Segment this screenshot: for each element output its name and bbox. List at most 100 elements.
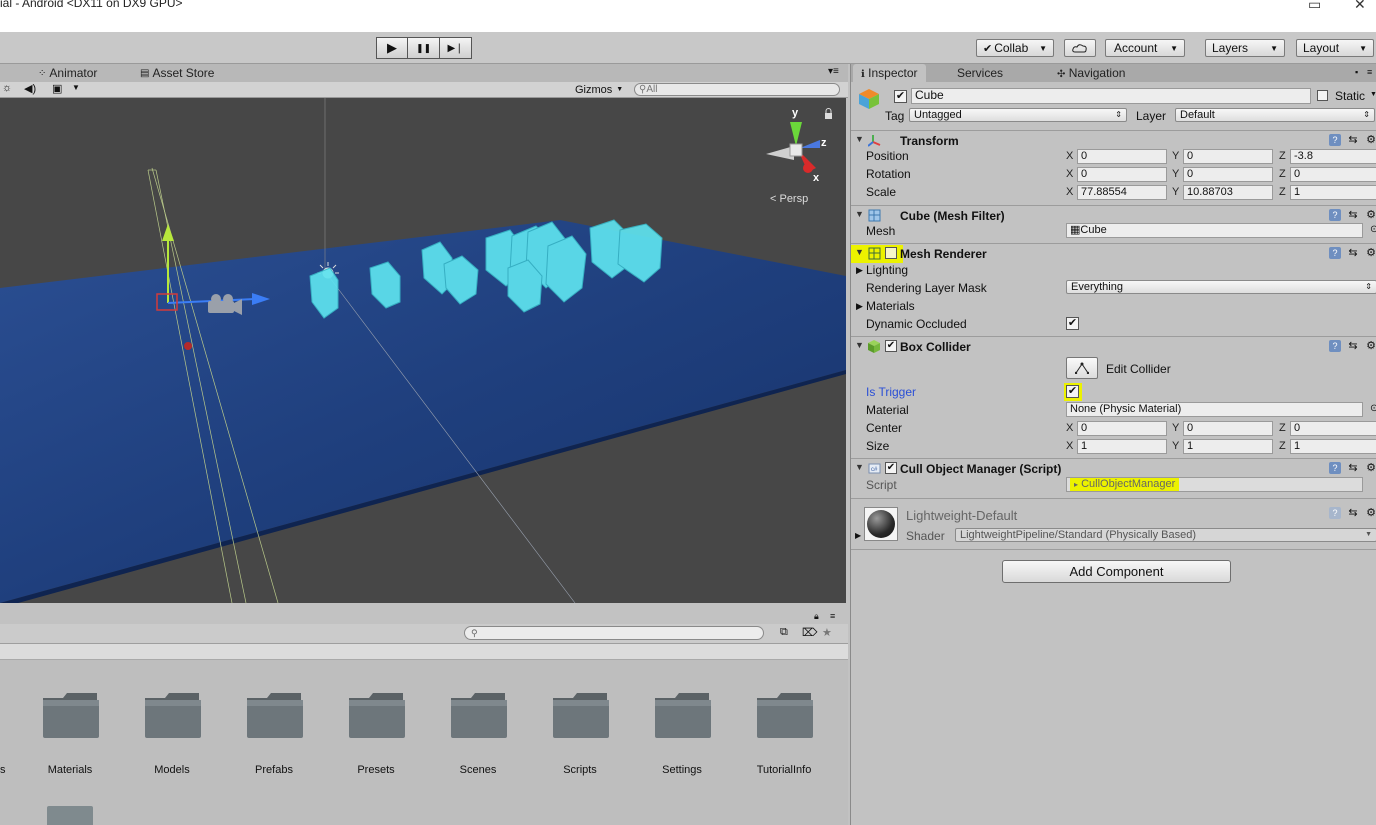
help-icon[interactable]: ?	[1329, 247, 1341, 259]
preset-icon[interactable]: ⇆	[1347, 247, 1359, 259]
panel-menu-icon[interactable]: ≡	[830, 611, 835, 621]
tag-dropdown[interactable]: Untagged ⇕	[909, 108, 1127, 122]
project-search-field[interactable]: ⚲	[464, 626, 764, 640]
is-trigger-checkbox[interactable]: ✔	[1066, 385, 1079, 398]
folder-item[interactable]: Presets	[336, 690, 416, 776]
scene-search-field[interactable]: ⚲All	[634, 83, 840, 96]
layers-dropdown[interactable]: Layers ▼	[1205, 39, 1285, 57]
effects-toggle-icon[interactable]: ▣	[52, 82, 62, 95]
account-dropdown[interactable]: Account ▼	[1105, 39, 1185, 57]
fold-right-icon[interactable]: ▶	[856, 265, 863, 276]
settings-gear-icon[interactable]: ⚙	[1365, 209, 1376, 221]
mesh-object-field[interactable]: ▦Cube	[1066, 223, 1363, 238]
material-preview[interactable]	[864, 507, 898, 541]
scale-z-field[interactable]: 1	[1290, 185, 1376, 200]
favorite-star-icon[interactable]: ★	[822, 626, 832, 639]
caret-down-icon[interactable]: ▼	[72, 83, 80, 92]
collab-dropdown[interactable]: ✔ Collab ▼	[976, 39, 1054, 57]
panel-menu-icon[interactable]: ≡	[1367, 67, 1372, 77]
transform-header[interactable]: ▼ Transform ? ⇆ ⚙	[851, 130, 1376, 150]
settings-gear-icon[interactable]: ⚙	[1365, 340, 1376, 352]
play-button[interactable]: ▶	[376, 37, 408, 59]
size-z-field[interactable]: 1	[1290, 439, 1376, 454]
tab-services[interactable]: Services	[949, 64, 1011, 82]
center-z-field[interactable]: 0	[1290, 421, 1376, 436]
position-x-field[interactable]: 0	[1077, 149, 1167, 164]
mesh-filter-header[interactable]: ▼ Cube (Mesh Filter) ? ⇆ ⚙	[851, 205, 1376, 225]
cull-script-header[interactable]: ▼ c# ✔ Cull Object Manager (Script) ? ⇆ ⚙	[851, 458, 1376, 478]
settings-gear-icon[interactable]: ⚙	[1365, 462, 1376, 474]
tab-inspector[interactable]: ℹ Inspector	[853, 64, 926, 82]
fold-right-icon[interactable]: ▶	[856, 301, 863, 312]
box-collider-enabled-checkbox[interactable]: ✔	[885, 340, 897, 352]
materials-label[interactable]: Materials	[866, 299, 915, 313]
preset-icon[interactable]: ⇆	[1347, 340, 1359, 352]
cull-script-enabled-checkbox[interactable]: ✔	[885, 462, 897, 474]
tab-animator[interactable]: ⁘ Animator	[38, 66, 97, 80]
settings-gear-icon[interactable]: ⚙	[1365, 507, 1376, 519]
script-object-field[interactable]: ▸ CullObjectManager	[1066, 477, 1363, 492]
position-y-field[interactable]: 0	[1183, 149, 1273, 164]
panel-menu-icon[interactable]: ▾≡	[828, 66, 839, 77]
fold-right-icon[interactable]: ▶	[855, 531, 861, 540]
persp-label[interactable]: < Persp	[770, 193, 808, 205]
preset-icon[interactable]: ⇆	[1347, 134, 1359, 146]
step-button[interactable]: ▶❘	[440, 37, 472, 59]
shader-dropdown[interactable]: LightweightPipeline/Standard (Physically…	[955, 528, 1376, 542]
tab-navigation[interactable]: ✣ Navigation	[1049, 64, 1133, 82]
preset-icon[interactable]: ⇆	[1347, 507, 1359, 519]
mesh-renderer-enabled-checkbox[interactable]	[885, 247, 897, 259]
center-y-field[interactable]: 0	[1183, 421, 1273, 436]
layer-dropdown[interactable]: Default ⇕	[1175, 108, 1375, 122]
filter-type-icon[interactable]: ⧉	[780, 626, 788, 639]
cloud-button[interactable]	[1064, 39, 1096, 57]
folder-item[interactable]: Scripts	[540, 690, 620, 776]
static-checkbox[interactable]	[1317, 90, 1328, 101]
help-icon[interactable]: ?	[1329, 134, 1341, 146]
audio-toggle-icon[interactable]: ◀)	[24, 82, 36, 95]
size-y-field[interactable]: 1	[1183, 439, 1273, 454]
scale-x-field[interactable]: 77.88554	[1077, 185, 1167, 200]
object-picker-icon[interactable]: ⊙	[1370, 224, 1376, 235]
box-collider-header[interactable]: ▼ ✔ Box Collider ? ⇆ ⚙	[851, 336, 1376, 356]
folder-item[interactable]: Materials	[30, 690, 110, 776]
lighting-toggle-icon[interactable]: ☼	[2, 82, 12, 94]
rotation-x-field[interactable]: 0	[1077, 167, 1167, 182]
scale-y-field[interactable]: 10.88703	[1183, 185, 1273, 200]
dynamic-occluded-checkbox[interactable]: ✔	[1066, 317, 1079, 330]
layer-mask-dropdown[interactable]: Everything ⇕	[1066, 280, 1376, 294]
help-icon[interactable]: ?	[1329, 462, 1341, 474]
preset-icon[interactable]: ⇆	[1347, 462, 1359, 474]
caret-down-icon[interactable]: ▼	[1370, 91, 1376, 98]
help-icon[interactable]: ?	[1329, 340, 1341, 352]
asset-thumbnail[interactable]	[47, 806, 93, 825]
filter-label-icon[interactable]: ⌦	[802, 626, 818, 639]
folder-item[interactable]: Settings	[642, 690, 722, 776]
folder-item[interactable]: TutorialInfo	[744, 690, 824, 776]
rotation-y-field[interactable]: 0	[1183, 167, 1273, 182]
tab-asset-store[interactable]: ▤ Asset Store	[140, 66, 214, 80]
add-component-button[interactable]: Add Component	[1002, 560, 1231, 583]
close-icon[interactable]: ✕	[1354, 0, 1366, 13]
lock-icon[interactable]: 🔒︎	[814, 611, 819, 622]
lock-icon[interactable]	[825, 108, 832, 120]
orientation-gizmo[interactable]: y z x	[766, 107, 827, 184]
object-name-field[interactable]: Cube	[911, 88, 1311, 104]
folder-item[interactable]: Scenes	[438, 690, 518, 776]
rotation-z-field[interactable]: 0	[1290, 167, 1376, 182]
help-icon[interactable]: ?	[1329, 209, 1341, 221]
mesh-renderer-header[interactable]: ▼ Mesh Renderer ? ⇆ ⚙	[851, 243, 1376, 263]
scene-viewport[interactable]: y z x < Persp	[0, 98, 846, 603]
help-icon[interactable]: ?	[1329, 507, 1341, 519]
active-checkbox[interactable]: ✔	[894, 90, 907, 103]
edit-collider-button[interactable]	[1066, 357, 1098, 379]
settings-gear-icon[interactable]: ⚙	[1365, 247, 1376, 259]
restore-icon[interactable]: ▭	[1308, 0, 1321, 13]
gizmos-dropdown[interactable]: Gizmos ▼	[575, 82, 623, 97]
preset-icon[interactable]: ⇆	[1347, 209, 1359, 221]
object-picker-icon[interactable]: ⊙	[1370, 403, 1376, 414]
settings-gear-icon[interactable]: ⚙	[1365, 134, 1376, 146]
position-z-field[interactable]: -3.8	[1290, 149, 1376, 164]
lighting-label[interactable]: Lighting	[866, 263, 908, 277]
pause-button[interactable]: ❚❚	[408, 37, 440, 59]
